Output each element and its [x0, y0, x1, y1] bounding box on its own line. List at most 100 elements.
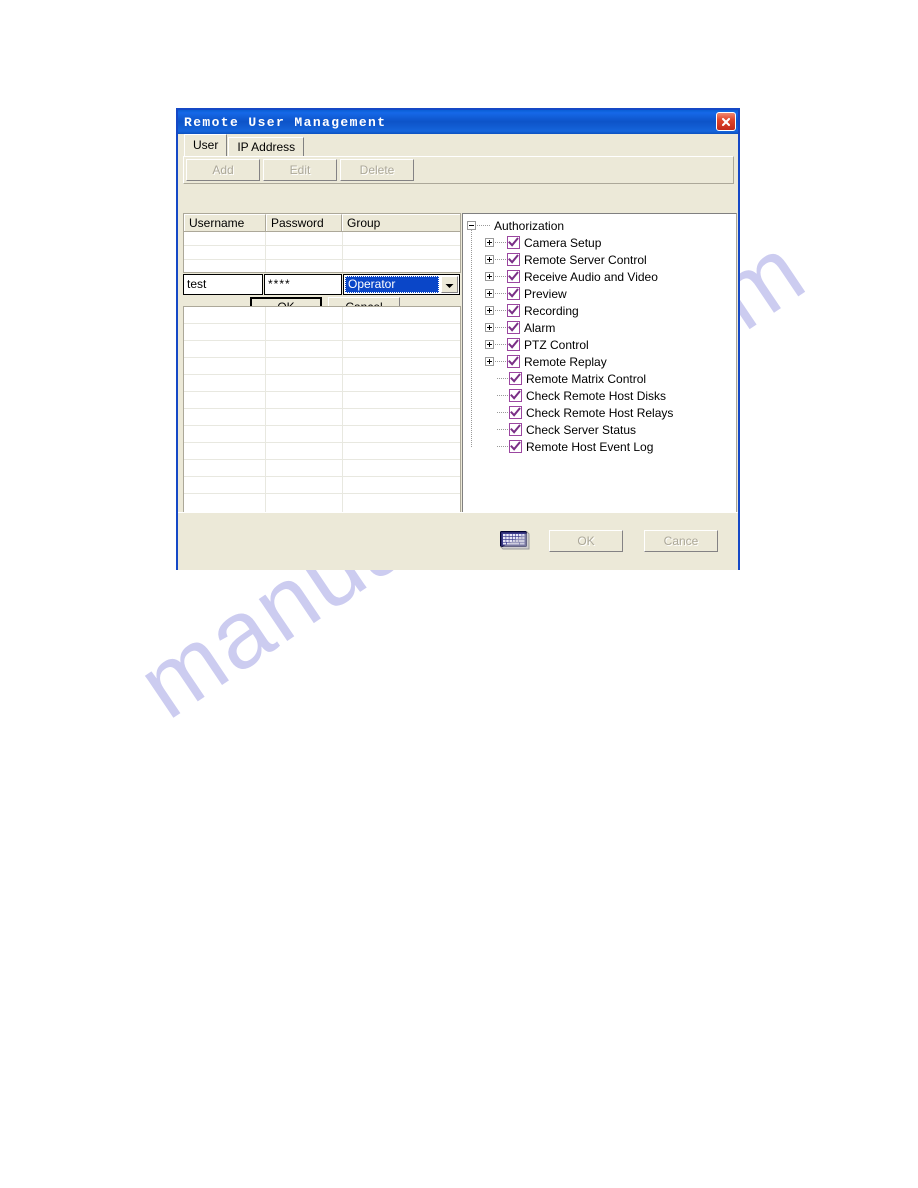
tree-item-label: PTZ Control: [524, 337, 589, 352]
column-header-group[interactable]: Group: [342, 214, 460, 231]
group-select[interactable]: Operator: [343, 274, 460, 295]
user-grid-header: Username Password Group: [183, 213, 461, 231]
permission-checkbox[interactable]: [507, 253, 520, 266]
list-row-divider: [184, 425, 460, 426]
tab-ip-address[interactable]: IP Address: [228, 137, 305, 156]
chevron-down-icon: [445, 276, 454, 294]
tree-item[interactable]: Receive Audio and Video: [465, 268, 736, 285]
tree-item[interactable]: Alarm: [465, 319, 736, 336]
check-icon: [508, 339, 519, 349]
user-grid-body[interactable]: [183, 231, 461, 273]
tab-user[interactable]: User: [184, 134, 228, 156]
tree-item-label: Camera Setup: [524, 235, 602, 250]
close-icon: [720, 116, 732, 128]
list-row-divider: [184, 442, 460, 443]
tree-root-label: Authorization: [494, 218, 565, 233]
tree-connector: [497, 394, 508, 397]
expand-icon[interactable]: [485, 357, 494, 366]
tree-item[interactable]: Remote Server Control: [465, 251, 736, 268]
remote-user-management-dialog: Remote User Management User IP Address A…: [176, 108, 740, 570]
tree-item[interactable]: Camera Setup: [465, 234, 736, 251]
tree-item[interactable]: Preview: [465, 285, 736, 302]
tree-item-label: Check Server Status: [526, 422, 637, 437]
expand-icon[interactable]: [485, 306, 494, 315]
dialog-ok-button[interactable]: OK: [549, 530, 623, 552]
delete-button[interactable]: Delete: [340, 159, 414, 181]
column-header-password[interactable]: Password: [266, 214, 342, 231]
permission-checkbox[interactable]: [509, 440, 522, 453]
collapse-icon[interactable]: [467, 221, 476, 230]
tree-item[interactable]: Remote Matrix Control: [465, 370, 736, 387]
tree-item-label: Recording: [524, 303, 579, 318]
password-input[interactable]: ****: [264, 274, 342, 295]
list-row-divider: [184, 459, 460, 460]
tree-connector: [497, 377, 508, 380]
dialog-titlebar[interactable]: Remote User Management: [178, 110, 738, 134]
tree-connector: [495, 275, 506, 278]
permission-checkbox[interactable]: [507, 287, 520, 300]
permission-checkbox[interactable]: [507, 236, 520, 249]
dialog-cancel-button[interactable]: Cance: [644, 530, 718, 552]
tree-connector: [495, 258, 506, 261]
expand-icon[interactable]: [485, 238, 494, 247]
add-button[interactable]: Add: [186, 159, 260, 181]
user-list-panel: Username Password Group test **** Operat…: [183, 213, 461, 559]
permission-checkbox[interactable]: [507, 270, 520, 283]
list-column-divider: [265, 307, 266, 512]
tree-item[interactable]: Check Server Status: [465, 421, 736, 438]
tree-item[interactable]: Remote Host Event Log: [465, 438, 736, 455]
list-row-divider: [184, 476, 460, 477]
list-row-divider: [184, 323, 460, 324]
expand-icon[interactable]: [485, 272, 494, 281]
permission-checkbox[interactable]: [509, 372, 522, 385]
list-column-divider: [342, 307, 343, 512]
permission-checkbox[interactable]: [507, 321, 520, 334]
group-select-arrow[interactable]: [441, 276, 458, 293]
edit-button[interactable]: Edit: [263, 159, 337, 181]
tree-connector: [495, 309, 506, 312]
tree-item[interactable]: Check Remote Host Disks: [465, 387, 736, 404]
column-header-username[interactable]: Username: [184, 214, 266, 231]
tree-root-authorization[interactable]: Authorization: [465, 217, 736, 234]
grid-row-divider: [184, 245, 460, 246]
tree-connector: [477, 224, 490, 227]
check-icon: [510, 390, 521, 400]
tree-item[interactable]: PTZ Control: [465, 336, 736, 353]
check-icon: [508, 271, 519, 281]
tree-item-label: Remote Server Control: [524, 252, 647, 267]
tree-item-label: Receive Audio and Video: [524, 269, 658, 284]
tree-item[interactable]: Remote Replay: [465, 353, 736, 370]
tree-item[interactable]: Check Remote Host Relays: [465, 404, 736, 421]
permission-checkbox[interactable]: [507, 338, 520, 351]
check-icon: [508, 305, 519, 315]
permission-checkbox[interactable]: [509, 389, 522, 402]
list-row-divider: [184, 493, 460, 494]
close-button[interactable]: [716, 112, 736, 131]
permission-checkbox[interactable]: [507, 355, 520, 368]
expand-icon[interactable]: [485, 340, 494, 349]
authorization-tree[interactable]: Authorization Camera Setup Remote Server …: [462, 213, 737, 534]
check-icon: [510, 441, 521, 451]
tree-item-label: Check Remote Host Relays: [526, 405, 674, 420]
permission-checkbox[interactable]: [509, 406, 522, 419]
expand-icon[interactable]: [485, 323, 494, 332]
check-icon: [508, 254, 519, 264]
user-records-list[interactable]: [183, 306, 461, 513]
expand-icon[interactable]: [485, 289, 494, 298]
tree-item-label: Preview: [524, 286, 567, 301]
list-row-divider: [184, 408, 460, 409]
tree-connector: [495, 360, 506, 363]
username-input[interactable]: test: [183, 274, 263, 295]
check-icon: [508, 356, 519, 366]
keyboard-icon[interactable]: [500, 531, 530, 551]
expand-icon[interactable]: [485, 255, 494, 264]
tree-item[interactable]: Recording: [465, 302, 736, 319]
list-row-divider: [184, 374, 460, 375]
check-icon: [510, 373, 521, 383]
group-select-value: Operator: [345, 276, 439, 293]
list-row-divider: [184, 357, 460, 358]
permission-checkbox[interactable]: [509, 423, 522, 436]
inline-edit-row: test **** Operator: [183, 274, 461, 295]
check-icon: [508, 322, 519, 332]
permission-checkbox[interactable]: [507, 304, 520, 317]
